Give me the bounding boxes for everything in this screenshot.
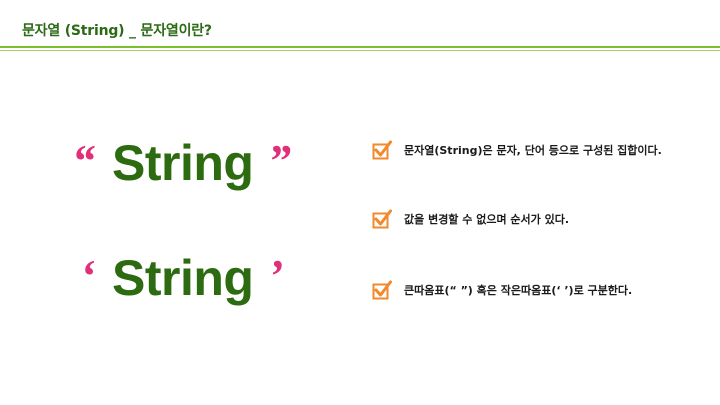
bullet-item: 값을 변경할 수 없으며 순서가 있다. (372, 209, 569, 229)
slide-title: 문자열 (String) _ 문자열이란? (22, 23, 212, 39)
single-quote-open: ‘ (80, 250, 96, 301)
single-quote-close: ’ (268, 250, 284, 301)
double-quote-close: ” (268, 135, 291, 186)
checked-box-icon (372, 280, 392, 300)
string-word-single: String (112, 250, 254, 306)
bullet-item: 문자열(String)은 문자, 단어 등으로 구성된 집합이다. (372, 140, 662, 160)
bullet-text: 큰따옴표(“ ”) 혹은 작은따옴표(‘ ’)로 구분한다. (404, 284, 633, 297)
string-word-double: String (112, 135, 254, 191)
title-underline-thin (0, 50, 720, 51)
checked-box-icon (372, 140, 392, 160)
bullet-text: 값을 변경할 수 없으며 순서가 있다. (404, 213, 570, 226)
title-underline (0, 46, 720, 48)
bullet-text: 문자열(String)은 문자, 단어 등으로 구성된 집합이다. (404, 144, 662, 157)
double-quote-open: “ (72, 135, 95, 186)
bullet-item: 큰따옴표(“ ”) 혹은 작은따옴표(‘ ’)로 구분한다. (372, 280, 632, 300)
checked-box-icon (372, 209, 392, 229)
